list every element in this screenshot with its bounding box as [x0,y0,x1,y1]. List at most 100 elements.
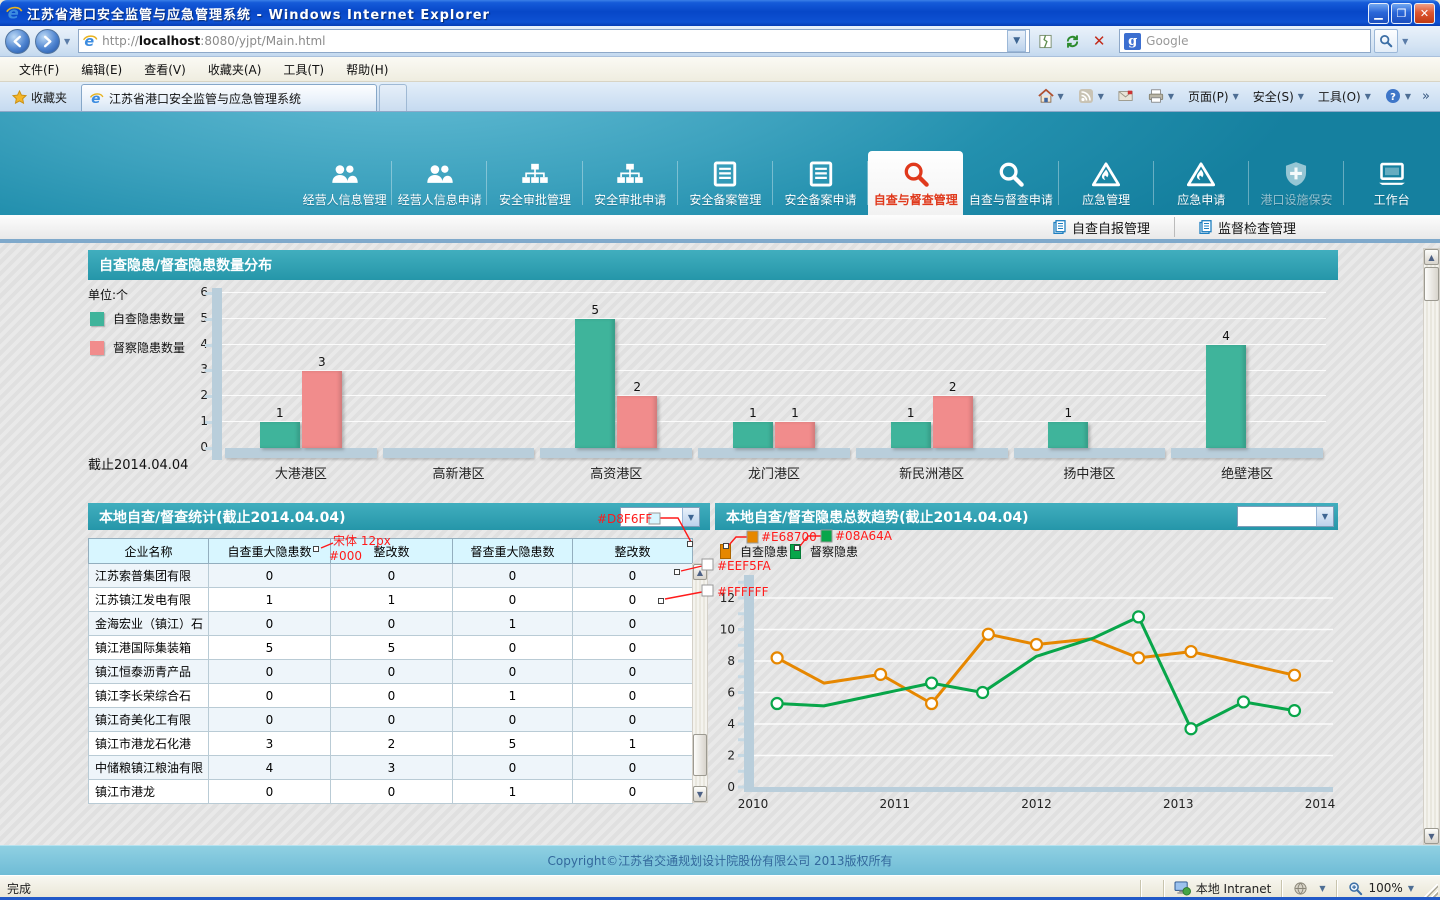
scrollbar-thumb[interactable] [693,734,707,776]
menu-item[interactable]: 查看(V) [133,58,197,81]
column-header: 督查重大隐患数 [453,539,573,564]
help-menu[interactable]: ?▼ [1378,84,1418,108]
scroll-up-icon[interactable]: ▲ [693,564,707,580]
laptop-icon [1378,157,1406,187]
value-cell: 0 [331,708,453,732]
resize-grip[interactable] [1424,884,1438,898]
axis-tick [205,395,212,398]
legend-label: 督察隐患数量 [113,339,185,356]
nav-item-label: 自查与督查管理 [874,191,958,208]
back-button[interactable] [5,29,30,54]
nav-item[interactable]: 安全备案管理 [678,151,773,215]
menu-item[interactable]: 工具(T) [272,58,335,81]
search-input[interactable] [1146,34,1366,48]
nav-item[interactable]: 应急管理 [1059,151,1154,215]
doc-icon [807,157,835,187]
browser-tab[interactable]: e 江苏省港口安全监管与应急管理系统 [81,84,377,111]
address-dropdown-button[interactable]: ▼ [1007,30,1026,52]
scrollbar-thumb[interactable] [1424,267,1439,301]
value-cell: 0 [453,564,573,588]
table-row[interactable]: 中储粮镇江粮油有限4300 [89,756,693,780]
nav-item-label: 安全备案管理 [689,191,761,208]
forward-button[interactable] [35,29,60,54]
nav-item[interactable]: 安全备案申请 [773,151,868,215]
nav-item[interactable]: 安全审批申请 [583,151,678,215]
bar [1048,422,1088,448]
axis-tick [205,344,212,347]
chevron-down-icon[interactable]: ▼ [682,508,699,526]
nav-item[interactable]: 安全审批管理 [487,151,582,215]
tools-menu[interactable]: 工具(O)▼ [1311,84,1378,108]
nav-item[interactable]: 港口设施保安 [1249,151,1344,215]
svg-text:2014: 2014 [1305,797,1336,811]
stop-button[interactable]: ✕ [1087,29,1111,53]
value-cell: 0 [453,636,573,660]
bar-value-label: 1 [775,406,815,420]
tab-title: 江苏省港口安全监管与应急管理系统 [109,90,301,107]
value-cell: 3 [331,756,453,780]
compatibility-view-button[interactable] [1033,29,1057,53]
nav-item[interactable]: 自查与督查管理 [868,151,963,215]
bar [933,396,973,448]
scroll-down-icon[interactable]: ▼ [1424,828,1439,844]
restore-button[interactable]: ❐ [1391,3,1412,24]
menu-item[interactable]: 编辑(E) [70,58,133,81]
table-row[interactable]: 镇江港国际集装箱5500 [89,636,693,660]
ie-window: e 江苏省港口安全监管与应急管理系统 - Windows Internet Ex… [0,0,1440,900]
category-label: 高新港区 [380,463,538,482]
table-row[interactable]: 镇江奇美化工有限0000 [89,708,693,732]
read-mail-button[interactable] [1111,84,1141,108]
axis-tick [205,292,212,295]
print-button[interactable]: ▼ [1141,84,1181,108]
history-dropdown[interactable]: ▼ [64,37,70,46]
value-cell: 0 [209,564,331,588]
table-row[interactable]: 镇江李长荣综合石0010 [89,684,693,708]
search-button[interactable] [1374,29,1398,53]
address-input[interactable]: e http://localhost:8080/yjpt/Main.html ▼ [78,29,1030,53]
menu-item[interactable]: 收藏夹(A) [197,58,273,81]
table-row[interactable]: 镇江市港龙0010 [89,780,693,804]
bar-value-label: 4 [1206,329,1246,343]
table-filter-dropdown[interactable]: ▼ [620,507,700,527]
x-axis-strip [225,448,377,458]
favorites-bar: 收藏夹 e 江苏省港口安全监管与应急管理系统 ▼ ▼ ▼ 页面(P)▼ 安全(S… [0,82,1440,112]
menu-item[interactable]: 帮助(H) [335,58,399,81]
refresh-button[interactable] [1060,29,1084,53]
subnav-item[interactable]: 自查自报管理 [1029,217,1174,237]
svg-text:?: ? [1390,92,1396,103]
table-row[interactable]: 江苏镇江发电有限1100 [89,588,693,612]
rss-icon [1078,88,1094,104]
new-tab-stub[interactable] [379,84,407,111]
minimize-button[interactable]: ▁ [1368,3,1389,24]
nav-item[interactable]: 应急申请 [1154,151,1249,215]
svg-text:e: e [8,4,19,22]
page-menu[interactable]: 页面(P)▼ [1181,84,1246,108]
search-options-dropdown[interactable]: ▼ [1402,37,1408,46]
table-row[interactable]: 镇江市港龙石化港3251 [89,732,693,756]
overflow-chevron[interactable]: » [1418,89,1434,104]
search-box[interactable]: g [1119,29,1371,53]
scroll-up-icon[interactable]: ▲ [1424,249,1439,265]
nav-item[interactable]: 自查与督查申请 [963,151,1058,215]
feeds-button[interactable]: ▼ [1071,84,1111,108]
page-scrollbar[interactable]: ▲ ▼ [1423,248,1440,845]
safety-menu[interactable]: 安全(S)▼ [1246,84,1311,108]
table-row[interactable]: 江苏索普集团有限0000 [89,564,693,588]
favorites-button[interactable]: 收藏夹 [6,85,73,109]
scroll-down-icon[interactable]: ▼ [693,786,707,802]
nav-item[interactable]: 经营人信息申请 [392,151,487,215]
nav-item-label: 应急申请 [1177,191,1225,208]
value-cell: 0 [453,756,573,780]
nav-item[interactable]: 工作台 [1344,151,1439,215]
menu-item[interactable]: 文件(F) [8,58,70,81]
home-button[interactable]: ▼ [1031,84,1071,108]
close-button[interactable]: ✕ [1414,3,1435,24]
bar-group: 13大港港区 [222,293,380,450]
table-scrollbar[interactable]: ▲ ▼ [692,563,708,803]
nav-item[interactable]: 经营人信息管理 [297,151,392,215]
table-row[interactable]: 金海宏业（镇江）石0010 [89,612,693,636]
column-header: 整改数 [331,539,453,564]
subnav-item[interactable]: 监督检查管理 [1174,217,1320,237]
table-row[interactable]: 镇江恒泰沥青产品0000 [89,660,693,684]
users-icon [331,157,359,187]
